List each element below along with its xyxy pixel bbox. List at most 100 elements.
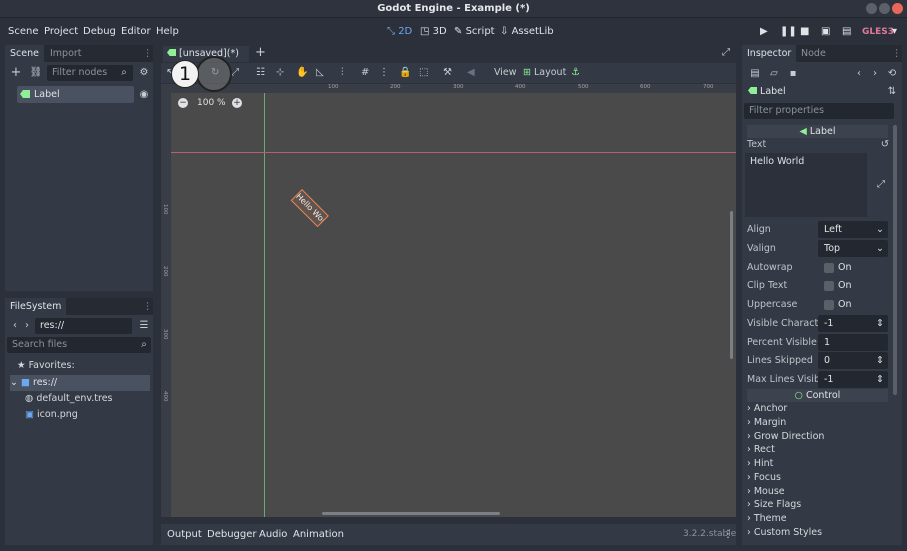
dock-menu-icon[interactable]: ⋮ xyxy=(143,298,153,315)
path-input[interactable]: res:// xyxy=(35,318,132,334)
open-resource-icon[interactable]: ▱ xyxy=(767,67,781,81)
text-value-field[interactable]: Hello World xyxy=(745,153,867,217)
tab-node[interactable]: Node xyxy=(796,45,831,62)
autowrap-checkbox[interactable]: On xyxy=(818,259,888,276)
section-grow-direction[interactable]: › Grow Direction xyxy=(747,430,824,444)
bones-icon[interactable]: ⚒ xyxy=(443,66,452,80)
tab-audio[interactable]: Audio xyxy=(259,524,287,545)
lock-icon[interactable]: 🔒 xyxy=(399,66,411,80)
play-scene-icon[interactable]: ▣ xyxy=(821,19,830,45)
section-margin[interactable]: › Margin xyxy=(747,416,786,430)
canvas-viewport[interactable]: Hello World xyxy=(161,84,736,517)
tab-animation[interactable]: Animation xyxy=(293,524,344,545)
minimize-icon[interactable] xyxy=(866,3,877,14)
new-resource-icon[interactable]: ▤ xyxy=(748,67,762,81)
section-anchor[interactable]: › Anchor xyxy=(747,402,787,416)
add-node-icon[interactable]: + xyxy=(9,66,23,80)
section-rect[interactable]: › Rect xyxy=(747,443,775,457)
workspace-2d[interactable]: ⤡ 2D xyxy=(387,19,412,45)
section-custom-styles[interactable]: › Custom Styles xyxy=(747,526,822,540)
tab-output[interactable]: Output xyxy=(167,524,202,545)
snap-icon[interactable]: ⫶ xyxy=(341,66,344,80)
camera-icon[interactable]: ◀ xyxy=(467,66,475,80)
workspace-3d[interactable]: ◳ 3D xyxy=(420,19,447,45)
maximize-icon[interactable] xyxy=(879,3,890,14)
visibility-eye-icon[interactable]: ◉ xyxy=(137,88,151,102)
object-properties-icon[interactable]: ⇅ xyxy=(885,85,899,99)
snap-options-icon[interactable]: ⋮ xyxy=(379,66,389,80)
scene-tree-item-label[interactable]: Label xyxy=(17,86,134,103)
lines-skipped-spinbox[interactable]: 0 ⇕ xyxy=(818,352,888,369)
view-menu[interactable]: View xyxy=(494,66,517,80)
renderer-dropdown-icon[interactable]: ▾ xyxy=(892,19,897,45)
workspace-assetlib[interactable]: ⇩ AssetLib xyxy=(500,19,554,45)
workspace-script[interactable]: ✎ Script xyxy=(454,19,495,45)
menu-help[interactable]: Help xyxy=(156,19,179,45)
section-mouse[interactable]: › Mouse xyxy=(747,485,785,499)
renderer-label[interactable]: GLES3 xyxy=(862,19,894,45)
group-icon[interactable]: ⬚ xyxy=(419,66,428,80)
file-item[interactable]: ▣ icon.png xyxy=(25,408,78,422)
section-theme[interactable]: › Theme xyxy=(747,512,787,526)
expand-editor-icon[interactable]: ⤢ xyxy=(874,178,888,192)
play-custom-scene-icon[interactable]: ▤ xyxy=(842,19,851,45)
dock-menu-icon[interactable]: ⋮ xyxy=(892,45,902,62)
zoom-out-icon[interactable]: − xyxy=(178,98,188,108)
uppercase-checkbox[interactable]: On xyxy=(818,296,888,313)
max-lines-visible-spinbox[interactable]: -1 ⇕ xyxy=(818,371,888,388)
history-back-icon[interactable]: ‹ xyxy=(852,67,866,81)
history-icon[interactable]: ⟲ xyxy=(885,67,899,81)
menu-scene[interactable]: Scene xyxy=(8,19,39,45)
tab-inspector[interactable]: Inspector xyxy=(742,45,797,62)
forward-icon[interactable]: › xyxy=(20,319,34,333)
horizontal-scrollbar[interactable] xyxy=(322,512,500,515)
valign-select[interactable]: Top ⌄ xyxy=(818,240,888,257)
tab-filesystem[interactable]: FileSystem xyxy=(5,298,67,315)
anchor-icon[interactable]: ⚓ xyxy=(571,66,580,80)
ruler-tool-icon[interactable]: ◺ xyxy=(316,66,324,80)
menu-debug[interactable]: Debug xyxy=(83,19,116,45)
pivot-icon[interactable]: ⊹ xyxy=(276,66,284,80)
zoom-in-icon[interactable]: + xyxy=(232,98,242,108)
close-icon[interactable] xyxy=(892,3,903,14)
list-select-icon[interactable]: ☷ xyxy=(256,66,265,80)
dock-menu-icon[interactable]: ⋮ xyxy=(143,45,153,62)
link-icon[interactable]: ⛓ xyxy=(29,66,43,80)
tab-debugger[interactable]: Debugger xyxy=(207,524,257,545)
stop-icon[interactable]: ■ xyxy=(800,19,809,45)
inspector-scrollbar[interactable] xyxy=(893,125,897,395)
split-view-icon[interactable]: ☰ xyxy=(137,319,151,333)
grid-snap-icon[interactable]: # xyxy=(361,66,369,80)
history-forward-icon[interactable]: › xyxy=(868,67,882,81)
play-icon[interactable]: ▶ xyxy=(760,19,768,45)
pan-tool-icon[interactable]: ✋ xyxy=(296,66,308,80)
layout-menu[interactable]: ⊞ Layout xyxy=(523,66,566,80)
section-size-flags[interactable]: › Size Flags xyxy=(747,498,801,512)
save-resource-icon[interactable]: ▪ xyxy=(786,67,800,81)
expand-icon[interactable]: ⋮ xyxy=(723,524,733,545)
revert-icon[interactable]: ↺ xyxy=(878,138,892,152)
visible-characters-spinbox[interactable]: -1 ⇕ xyxy=(818,315,888,332)
align-select[interactable]: Left ⌄ xyxy=(818,221,888,238)
vertical-scrollbar[interactable] xyxy=(730,211,733,359)
pause-icon[interactable]: ❚❚ xyxy=(780,19,797,45)
file-item[interactable]: ◍ default_env.tres xyxy=(25,392,113,406)
section-focus[interactable]: › Focus xyxy=(747,471,781,485)
search-files-input[interactable]: Search files xyxy=(7,337,151,353)
folder-res-item[interactable]: ⌄ ■ res:// xyxy=(10,375,150,391)
filter-properties-input[interactable]: Filter properties xyxy=(744,103,894,119)
scale-tool-icon[interactable]: ⤢ xyxy=(231,66,239,80)
tab-scene[interactable]: Scene xyxy=(5,45,44,62)
zoom-level[interactable]: 100 % xyxy=(197,97,226,109)
menu-project[interactable]: Project xyxy=(44,19,78,45)
clip-text-checkbox[interactable]: On xyxy=(818,277,888,294)
section-hint[interactable]: › Hint xyxy=(747,457,773,471)
scene-options-icon[interactable]: ⚙ xyxy=(137,66,151,80)
tab-import[interactable]: Import xyxy=(45,45,87,62)
menu-editor[interactable]: Editor xyxy=(121,19,151,45)
add-tab-icon[interactable]: + xyxy=(255,46,266,60)
favorites-item[interactable]: ★ Favorites: xyxy=(17,359,75,373)
distraction-free-icon[interactable]: ⤢ xyxy=(722,47,730,58)
canvas-label-node[interactable]: Hello World xyxy=(290,189,329,228)
percent-visible-field[interactable]: 1 xyxy=(818,334,888,351)
